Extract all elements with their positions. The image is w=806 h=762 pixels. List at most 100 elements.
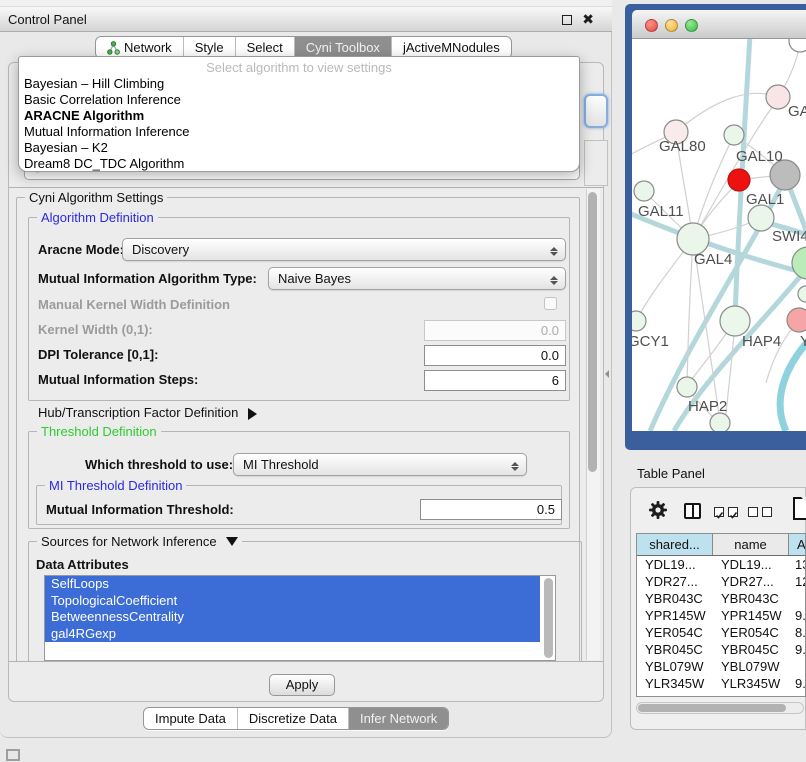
table-row[interactable]: YBR043CYBR043C [637,590,805,607]
settings-scrollbar-thumb[interactable] [588,192,597,472]
algorithm-list: Bayesian – Hill ClimbingBasic Correlatio… [19,76,579,172]
table-cell [789,658,806,675]
table-cell: 9 [789,692,806,697]
attribute-item-selected[interactable]: BetweennessCentrality [45,609,540,626]
algorithm-option[interactable]: ARACNE Algorithm [19,108,579,124]
zoom-traffic-light-icon[interactable] [685,19,698,32]
network-node[interactable] [724,125,744,145]
table-row[interactable]: YER054CYER054C8. [637,624,805,641]
tab-impute-data[interactable]: Impute Data [144,708,237,729]
table-cell: YBL079W [713,658,789,675]
network-node[interactable] [766,85,790,109]
data-attributes-list[interactable]: SelfLoopsTopologicalCoefficientBetweenne… [44,575,556,661]
collapse-arrow-icon [226,537,238,552]
select-all-checkboxes-icon[interactable] [714,507,738,517]
mi-threshold-label: Mutual Information Threshold: [46,499,234,521]
dpi-tolerance-field[interactable]: 0.0 [424,345,566,366]
network-node[interactable] [792,247,806,279]
table-cell: YIL052C [713,692,789,697]
table-row[interactable]: YDL19...YDL19...13 [637,556,805,573]
focused-combo-fragment[interactable] [584,94,608,128]
close-traffic-light-icon[interactable] [645,19,658,32]
network-node[interactable] [798,286,806,302]
mi-threshold-field[interactable]: 0.5 [420,499,562,520]
mi-type-label: Mutual Information Algorithm Type: [38,268,257,290]
network-node-gal1[interactable] [748,205,774,231]
expand-arrow-icon [248,408,263,420]
table-row[interactable]: YDR27...YDR27...12 [637,573,805,590]
tab-cyni-toolbox[interactable]: Cyni Toolbox [294,37,391,58]
node-attribute-table[interactable]: shared...nameA YDL19...YDL19...13YDR27..… [636,533,806,697]
network-node-gal11[interactable] [634,181,654,201]
apply-button[interactable]: Apply [269,674,335,696]
table-cell: YBR045C [713,641,789,658]
column-header[interactable]: name [713,534,789,555]
network-icon [107,41,120,55]
which-threshold-combo[interactable]: MI Threshold [233,453,527,476]
table-cell [789,590,806,607]
network-node[interactable] [728,169,750,191]
tab-infer-network[interactable]: Infer Network [348,708,448,729]
mi-steps-field[interactable]: 6 [424,370,566,391]
network-node-hap4[interactable] [720,306,750,336]
network-window-titlebar[interactable] [632,10,806,39]
list-scrollbar[interactable] [544,578,553,658]
float-window-icon[interactable] [562,15,572,25]
column-header[interactable]: shared... [637,534,713,555]
table-cell: YLR345W [637,675,713,692]
tab-discretize-data[interactable]: Discretize Data [237,708,348,729]
attribute-item-selected[interactable]: TopologicalCoefficient [45,593,540,610]
column-visibility-icon[interactable] [684,503,701,519]
hub-definition-expander[interactable]: Hub/Transcription Factor Definition [38,405,263,420]
network-node-gcy1[interactable] [632,311,646,331]
column-header[interactable]: A [789,534,806,555]
hub-definition-label: Hub/Transcription Factor Definition [38,405,238,420]
node-label: GCY1 [632,333,669,350]
table-row[interactable]: YPR145WYPR145W9. [637,607,805,624]
gear-icon[interactable] [648,500,668,523]
which-threshold-label: Which threshold to use: [85,454,233,476]
tab-label: Discretize Data [249,708,337,730]
table-cell: YPR145W [713,607,789,624]
algorithm-option[interactable]: Dream8 DC_TDC Algorithm [19,156,579,172]
tab-network[interactable]: Network [96,37,183,58]
table-cell: 13 [789,556,806,573]
network-node[interactable] [787,308,806,332]
node-label: GAL10 [736,148,783,165]
table-hscrollbar-thumb[interactable] [638,704,786,712]
table-row[interactable]: YIL052CYIL052C9 [637,692,805,697]
tab-jactivemnodules[interactable]: jActiveMNodules [391,37,511,58]
algorithm-option[interactable]: Mutual Information Inference [19,124,579,140]
aracne-mode-combo[interactable]: Discovery [122,238,566,261]
table-cell: 9. [789,675,806,692]
groupbox-fragment [584,140,608,186]
network-canvas[interactable]: GAL8GAL80GAL10GAL1GAL11SWI4GAL4GCY1HAP4Y… [632,39,806,431]
minimized-panel-icon[interactable] [6,749,20,761]
table-row[interactable]: YBR045CYBR045C9. [637,641,805,658]
close-icon[interactable]: ✖ [582,11,594,28]
sources-title[interactable]: Sources for Network Inference [37,534,242,552]
tab-select[interactable]: Select [235,37,294,58]
network-node-hap2[interactable] [677,377,697,397]
new-table-file-icon[interactable] [793,497,806,520]
table-row[interactable]: YLR345WYLR345W9. [637,675,805,692]
attribute-item-selected[interactable]: gal4RGexp [45,626,540,643]
deselect-all-checkboxes-icon[interactable] [748,507,772,517]
algorithm-option[interactable]: Bayesian – Hill Climbing [19,76,579,92]
network-node[interactable] [789,39,806,52]
node-label: SWI4 [772,228,806,245]
network-node[interactable] [710,413,730,431]
algorithm-option[interactable]: Basic Correlation Inference [19,92,579,108]
minimize-traffic-light-icon[interactable] [665,19,678,32]
table-row[interactable]: YBL079WYBL079W [637,658,805,675]
manual-kernel-checkbox[interactable] [544,297,557,310]
kernel-width-field[interactable]: 0.0 [424,320,566,341]
mi-type-combo[interactable]: Naive Bayes [268,267,566,290]
algorithm-option[interactable]: Bayesian – K2 [19,140,579,156]
tab-style[interactable]: Style [183,37,235,58]
data-attributes-label: Data Attributes [36,557,129,572]
window-top-strip [0,0,612,7]
attribute-item-selected[interactable]: SelfLoops [45,576,540,593]
table-cell: YER054C [637,624,713,641]
split-pane-arrow-icon[interactable] [601,370,609,378]
